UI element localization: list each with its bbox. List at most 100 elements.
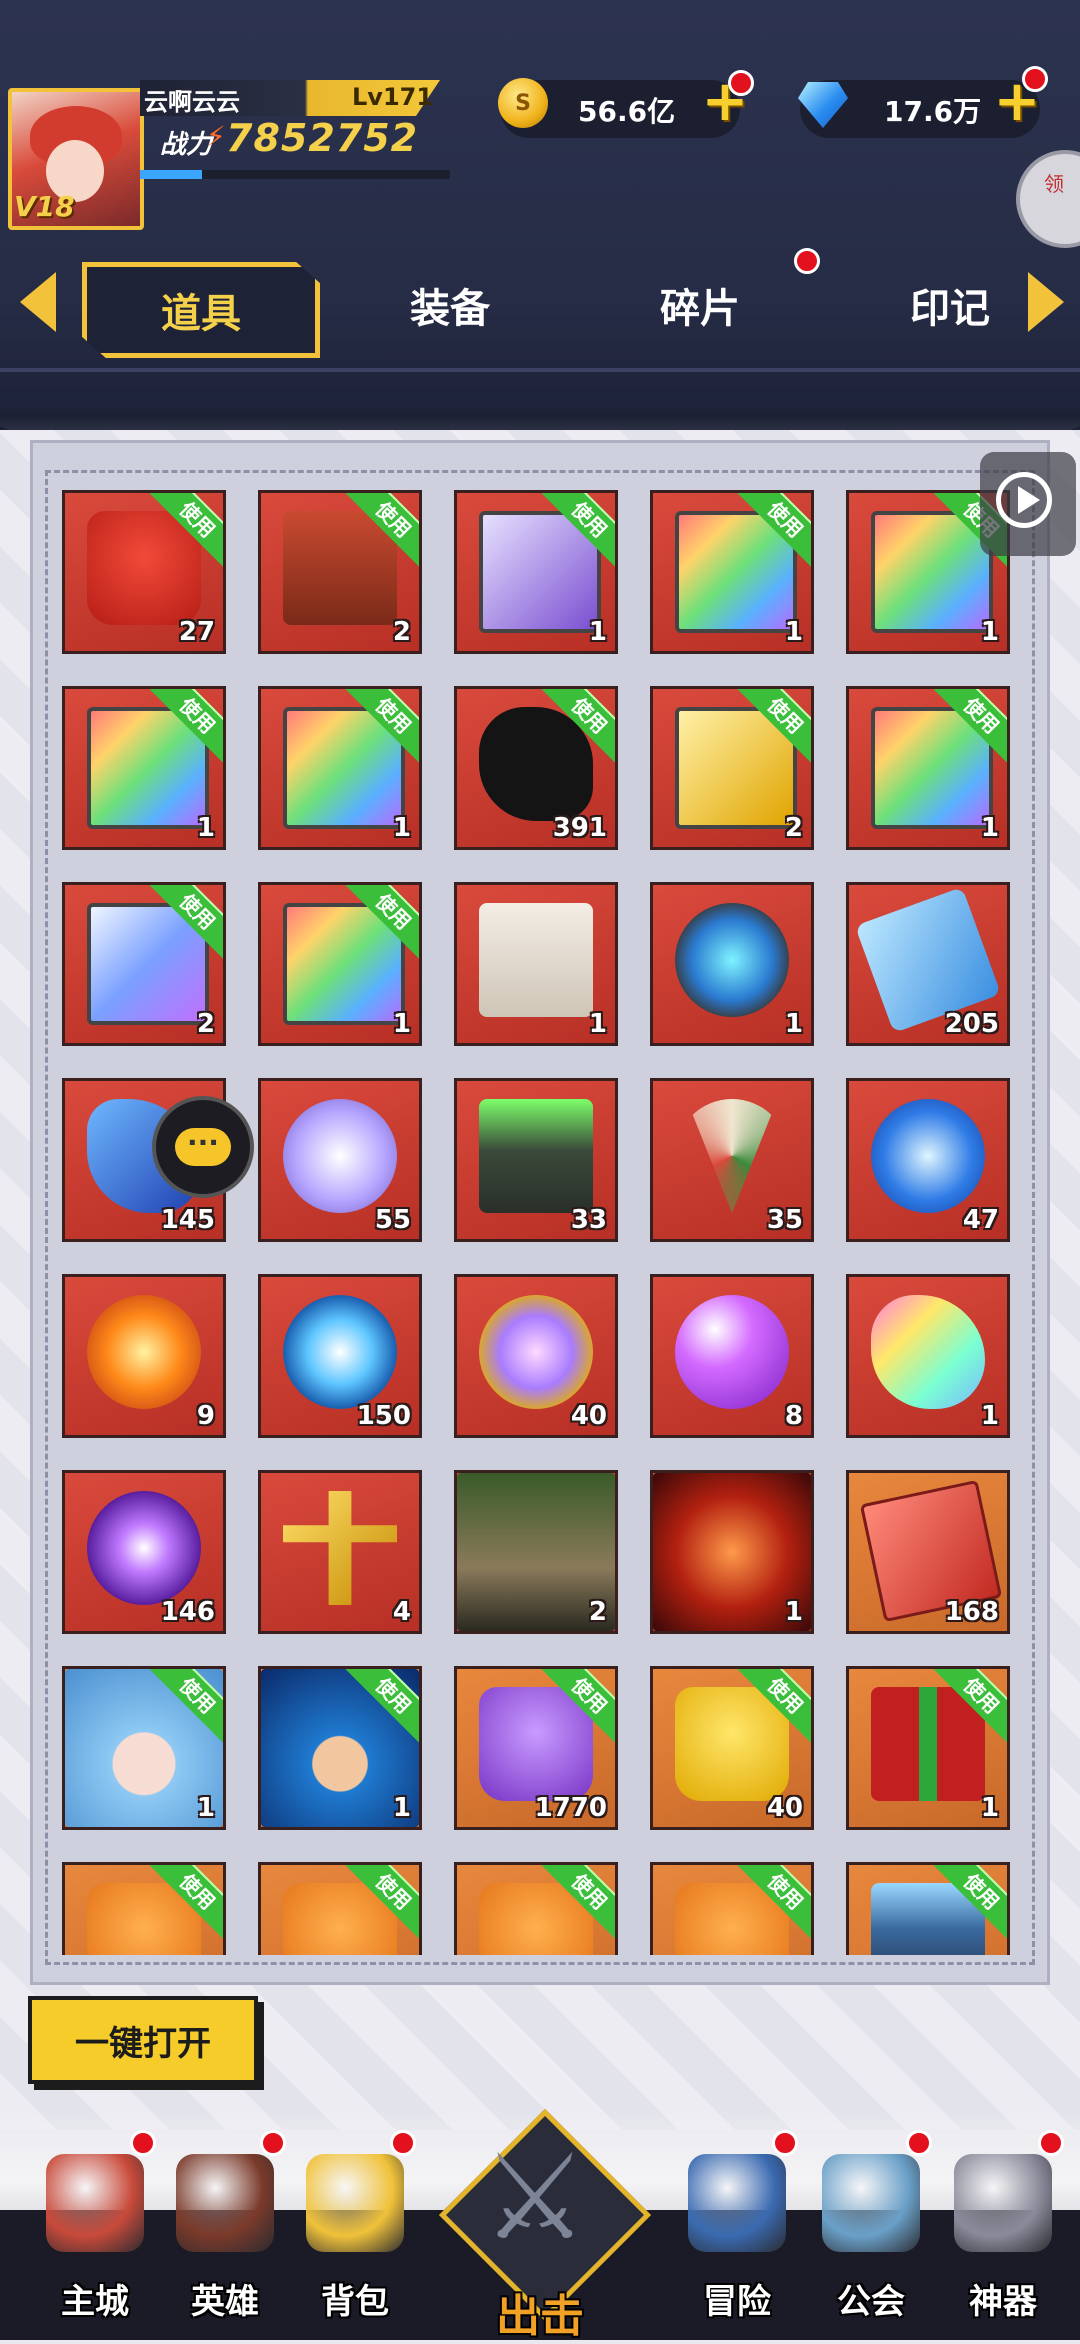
gold-notification-dot <box>728 70 754 96</box>
item-count: 1 <box>980 1793 999 1823</box>
chat-button[interactable]: ··· <box>152 1096 254 1198</box>
item-frame: 使用 <box>65 1865 223 1955</box>
nav-label: 神器 <box>969 2282 1037 2322</box>
tab-fragments[interactable]: 碎片 <box>590 262 810 348</box>
inventory-item[interactable]: 使用1 <box>454 490 618 654</box>
inventory-item[interactable]: 150 <box>258 1274 422 1438</box>
combat-power-value: 7852752 <box>226 116 419 160</box>
inventory-item[interactable]: 使用 <box>454 1862 618 1955</box>
item-count: 1 <box>196 1793 215 1823</box>
nav-item-2[interactable]: 背包 <box>290 2130 420 2340</box>
item-count: 391 <box>552 813 607 843</box>
open-all-button[interactable]: 一键打开 <box>28 1996 258 2084</box>
inventory-item[interactable]: 使用 <box>846 1862 1010 1955</box>
inventory-item[interactable]: 35 <box>650 1078 814 1242</box>
tab-marks[interactable]: 印记 <box>840 262 1060 348</box>
nav-notification-dot <box>772 2130 798 2156</box>
inventory-item[interactable]: 168 <box>846 1470 1010 1634</box>
inventory-item[interactable]: 使用 40 <box>650 1666 814 1830</box>
inventory-grid[interactable]: 使用27使用2使用1使用1使用1使用1使用1使用391使用2使用1使用2使用11… <box>62 490 1022 1955</box>
item-count: 55 <box>374 1205 411 1235</box>
item-count: 8 <box>784 1401 803 1431</box>
nav-notification-dot <box>390 2130 416 2156</box>
inventory-item[interactable]: 40 <box>454 1274 618 1438</box>
blue-rune-icon <box>675 903 789 1017</box>
item-count: 205 <box>944 1009 999 1039</box>
inventory-item[interactable]: 使用1 <box>258 882 422 1046</box>
item-count: 33 <box>570 1205 607 1235</box>
inventory-item[interactable]: 使用1 <box>258 686 422 850</box>
inventory-item[interactable]: 使用 391 <box>454 686 618 850</box>
nav-notification-dot <box>260 2130 286 2156</box>
player-name: 云啊云云 <box>144 88 240 116</box>
inventory-item[interactable]: 使用 <box>650 1862 814 1955</box>
nav-label: 背包 <box>321 2282 389 2322</box>
fire-orb-icon <box>87 1295 201 1409</box>
item-count: 47 <box>962 1205 999 1235</box>
inventory-item[interactable]: 205 <box>846 882 1010 1046</box>
vip-badge: V18 <box>14 190 75 223</box>
chat-icon: ··· <box>175 1128 231 1166</box>
inventory-item[interactable]: 使用1 <box>62 686 226 850</box>
inventory-item[interactable]: 55 <box>258 1078 422 1242</box>
item-frame: 使用 <box>457 1865 615 1955</box>
tab-items[interactable]: 道具 <box>82 262 320 358</box>
inventory-item[interactable]: 使用 <box>258 1862 422 1955</box>
inventory-item[interactable]: 使用 2 <box>650 686 814 850</box>
nav-item-1[interactable]: 英雄 <box>160 2130 290 2340</box>
nav-attack[interactable]: ⚔ 出击 <box>438 2108 652 2342</box>
inventory-item[interactable]: 使用 1770 <box>454 1666 618 1830</box>
nav-item-0[interactable]: 主城 <box>30 2130 160 2340</box>
item-count: 9 <box>196 1401 215 1431</box>
video-play-button[interactable] <box>980 452 1076 556</box>
inventory-item[interactable]: 1 <box>650 882 814 1046</box>
item-count: 2 <box>196 1009 215 1039</box>
inventory-item[interactable]: 2 <box>454 1470 618 1634</box>
nav-item-4[interactable]: 冒险 <box>672 2130 802 2340</box>
inventory-item[interactable]: 使用1 <box>258 1666 422 1830</box>
nav-label: 主城 <box>61 2282 129 2322</box>
tab-equipment[interactable]: 装备 <box>340 262 560 348</box>
item-count: 2 <box>588 1597 607 1627</box>
gold-coin-icon: S <box>498 78 548 128</box>
item-count: 1 <box>392 1793 411 1823</box>
nav-item-5[interactable]: 公会 <box>806 2130 936 2340</box>
nav-label: 出击 <box>496 2291 584 2342</box>
inventory-item[interactable]: 使用1 <box>846 1666 1010 1830</box>
crossed-swords-icon: ⚔ <box>482 2128 588 2266</box>
item-count: 1 <box>392 1009 411 1039</box>
tab-prev-arrow-icon[interactable] <box>20 272 56 332</box>
item-count: 2 <box>392 617 411 647</box>
inventory-item[interactable]: 使用1 <box>846 686 1010 850</box>
blue-gem-icon <box>871 1099 985 1213</box>
item-frame: 使用 <box>849 1865 1007 1955</box>
exp-bar <box>140 170 450 179</box>
play-icon <box>1018 486 1040 514</box>
inventory-item[interactable]: 33 <box>454 1078 618 1242</box>
inventory-item[interactable]: 1 <box>846 1274 1010 1438</box>
silver-coin-icon <box>283 1099 397 1213</box>
inventory-item[interactable]: 使用 2 <box>62 882 226 1046</box>
inventory-item[interactable]: 9 <box>62 1274 226 1438</box>
compass-icon <box>688 2154 786 2252</box>
inventory-item[interactable]: 使用 2 <box>258 490 422 654</box>
inventory-item[interactable]: 使用 27 <box>62 490 226 654</box>
item-count: 145 <box>160 1205 215 1235</box>
nav-label: 公会 <box>837 2282 905 2322</box>
guild-banner-icon <box>822 2154 920 2252</box>
inventory-item[interactable]: 使用 <box>62 1862 226 1955</box>
item-count: 35 <box>766 1205 803 1235</box>
inventory-item[interactable]: 4 <box>258 1470 422 1634</box>
inventory-item[interactable]: 146 <box>62 1470 226 1634</box>
item-frame: 使用 <box>261 1865 419 1955</box>
inventory-item[interactable]: 8 <box>650 1274 814 1438</box>
inventory-item[interactable]: 47 <box>846 1078 1010 1242</box>
inventory-item[interactable]: 使用1 <box>650 490 814 654</box>
item-count: 2 <box>784 813 803 843</box>
item-count: 1 <box>980 1401 999 1431</box>
inventory-item[interactable]: 使用1 <box>62 1666 226 1830</box>
item-count: 146 <box>160 1597 215 1627</box>
inventory-item[interactable]: 1 <box>650 1470 814 1634</box>
nav-item-6[interactable]: 神器 <box>938 2130 1068 2340</box>
inventory-item[interactable]: 1 <box>454 882 618 1046</box>
